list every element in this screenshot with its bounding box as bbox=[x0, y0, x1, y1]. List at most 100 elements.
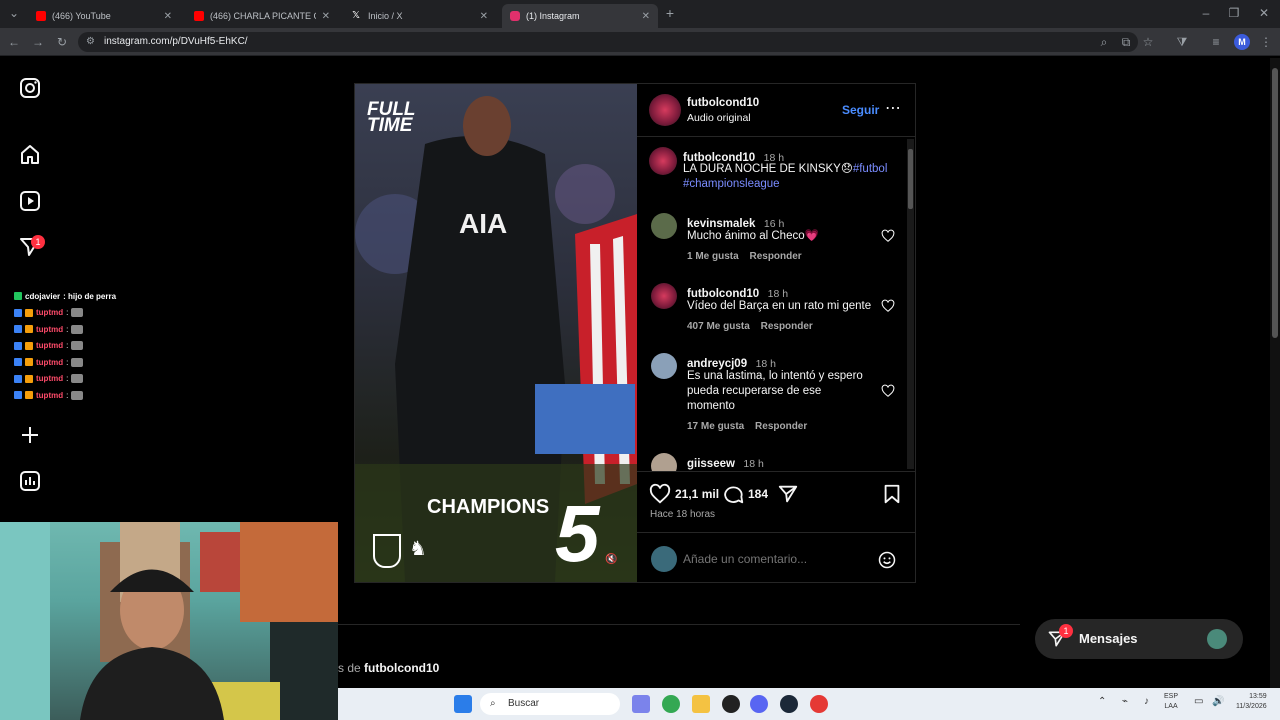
tab-list-icon[interactable]: ⌄ bbox=[6, 5, 22, 21]
maximize-icon[interactable]: ❐ bbox=[1226, 5, 1242, 21]
comments-scrollbar[interactable] bbox=[907, 139, 914, 469]
steam-icon[interactable] bbox=[780, 695, 798, 713]
webcam-overlay bbox=[0, 522, 338, 720]
x-logo-icon: 𝕏 bbox=[352, 10, 361, 21]
emote-icon bbox=[71, 308, 84, 318]
emoji-icon[interactable] bbox=[877, 550, 897, 570]
discord-icon[interactable] bbox=[750, 695, 768, 713]
windows-taskbar: ⌕ Buscar ⌃ ⌁ ♪ ESP LAA ▭ 🔊 13:59 11/3/20… bbox=[338, 688, 1280, 720]
app-icon[interactable] bbox=[722, 695, 740, 713]
youtube-icon bbox=[36, 11, 46, 21]
extensions-icon[interactable]: ⧩ bbox=[1174, 34, 1190, 50]
emote-icon bbox=[71, 374, 84, 384]
install-app-icon[interactable]: ⧉ bbox=[1118, 34, 1134, 50]
teams-icon[interactable] bbox=[632, 695, 650, 713]
hashtag-link[interactable]: #futbol bbox=[853, 163, 888, 175]
zoom-icon[interactable]: ⌕ bbox=[1096, 34, 1112, 50]
comment-like-heart-icon[interactable] bbox=[881, 384, 895, 398]
windows-start-icon[interactable] bbox=[454, 695, 472, 713]
follow-button[interactable]: Seguir bbox=[842, 103, 879, 117]
new-tab-icon[interactable]: + bbox=[662, 5, 678, 21]
scrollbar-thumb[interactable] bbox=[908, 149, 913, 209]
language-indicator[interactable]: ESP LAA bbox=[1164, 692, 1178, 712]
chrome-icon[interactable] bbox=[662, 695, 680, 713]
window-close-icon[interactable]: ✕ bbox=[1256, 5, 1272, 21]
tab-x[interactable]: 𝕏 Inicio / X ✕ bbox=[344, 4, 496, 28]
forward-icon[interactable]: → bbox=[30, 34, 46, 50]
reply-button[interactable]: Responder bbox=[761, 321, 813, 332]
comment-input[interactable] bbox=[683, 548, 873, 570]
tab-youtube[interactable]: (466) YouTube ✕ bbox=[28, 4, 180, 28]
mute-icon[interactable]: 🔇 bbox=[605, 554, 619, 568]
more-options-icon[interactable]: ⋯ bbox=[885, 98, 902, 118]
reply-button[interactable]: Responder bbox=[749, 251, 801, 262]
like-count[interactable]: 21,1 mil bbox=[675, 487, 719, 501]
recent-contact-avatar bbox=[1207, 629, 1227, 649]
comment-likes[interactable]: 407 Me gusta bbox=[687, 321, 750, 332]
clock-time: 13:59 bbox=[1249, 693, 1267, 700]
post-media[interactable]: FULL TIME AIA CHAMPIONS 5 ♞ 🔇 bbox=[355, 84, 637, 582]
close-icon[interactable]: ✕ bbox=[322, 11, 330, 22]
reading-list-icon[interactable]: ≡ bbox=[1208, 34, 1224, 50]
comment-username[interactable]: giisseew bbox=[687, 458, 735, 470]
tab-youtube-video[interactable]: (466) CHARLA PICANTE CON C ✕ bbox=[186, 4, 338, 28]
save-bookmark-icon[interactable] bbox=[881, 483, 903, 505]
comment-bubble-icon[interactable] bbox=[723, 483, 745, 505]
reply-button[interactable]: Responder bbox=[755, 421, 807, 432]
commenter-avatar[interactable] bbox=[651, 453, 677, 471]
create-icon[interactable] bbox=[18, 423, 42, 447]
browser-menu-icon[interactable]: ⋮ bbox=[1258, 34, 1274, 50]
file-explorer-icon[interactable] bbox=[692, 695, 710, 713]
tab-title: (466) CHARLA PICANTE CON C bbox=[210, 11, 316, 21]
tray-chevron-icon[interactable]: ⌃ bbox=[1098, 696, 1106, 707]
comments-list[interactable]: futbolcond10 18 h LA DURA NOCHE DE KINSK… bbox=[637, 137, 915, 471]
comment-likes[interactable]: 17 Me gusta bbox=[687, 421, 744, 432]
clock-date: 11/3/2026 bbox=[1236, 703, 1267, 710]
taskbar-search[interactable]: ⌕ Buscar bbox=[480, 693, 620, 715]
display-icon[interactable]: ▭ bbox=[1194, 696, 1203, 707]
like-heart-icon[interactable] bbox=[649, 483, 671, 505]
commenter-avatar[interactable] bbox=[651, 353, 677, 379]
author-avatar[interactable] bbox=[649, 94, 681, 126]
messages-float-button[interactable]: 1 Mensajes bbox=[1035, 619, 1243, 659]
profile-avatar[interactable]: M bbox=[1234, 34, 1250, 50]
close-icon[interactable]: ✕ bbox=[642, 11, 650, 22]
audio-label[interactable]: Audio original bbox=[687, 112, 751, 124]
address-bar[interactable]: ⚙ instagram.com/p/DVuHf5-EhKC/ bbox=[78, 32, 1138, 52]
comment-likes[interactable]: 1 Me gusta bbox=[687, 251, 739, 262]
bookmark-star-icon[interactable]: ☆ bbox=[1140, 34, 1156, 50]
obs-icon[interactable] bbox=[810, 695, 828, 713]
page-scrollbar-thumb[interactable] bbox=[1272, 68, 1278, 338]
commenter-avatar[interactable] bbox=[651, 283, 677, 309]
chat-badge-icon bbox=[14, 374, 22, 383]
comment-line: Es una lastima, lo intentó y espero bbox=[687, 370, 863, 382]
close-icon[interactable]: ✕ bbox=[480, 11, 488, 22]
comment-count[interactable]: 184 bbox=[748, 487, 768, 501]
microphone-icon[interactable]: ♪ bbox=[1144, 696, 1149, 707]
minimize-icon[interactable]: – bbox=[1198, 5, 1214, 21]
reels-icon[interactable] bbox=[18, 189, 42, 213]
comment-like-heart-icon[interactable] bbox=[881, 229, 895, 243]
hashtag-link[interactable]: #championsleague bbox=[683, 178, 780, 190]
page-scrollbar[interactable] bbox=[1270, 58, 1280, 688]
clock[interactable]: 13:59 11/3/2026 bbox=[1236, 692, 1267, 712]
share-icon[interactable] bbox=[777, 483, 799, 505]
commenter-avatar[interactable] bbox=[651, 213, 677, 239]
tottenham-crest-icon: ♞ bbox=[409, 538, 427, 560]
instagram-logo-icon[interactable] bbox=[18, 76, 42, 100]
chat-badge-icon bbox=[14, 341, 22, 350]
chat-badge-icon bbox=[14, 325, 22, 334]
comment-like-heart-icon[interactable] bbox=[881, 299, 895, 313]
network-icon[interactable]: ⌁ bbox=[1122, 696, 1128, 707]
author-avatar[interactable] bbox=[649, 147, 677, 175]
author-username[interactable]: futbolcond10 bbox=[687, 97, 759, 109]
tab-instagram[interactable]: (1) Instagram ✕ bbox=[502, 4, 658, 28]
reload-icon[interactable]: ↻ bbox=[54, 34, 70, 50]
site-info-icon[interactable]: ⚙ bbox=[86, 32, 95, 52]
dashboard-icon[interactable] bbox=[18, 469, 42, 493]
more-from-username[interactable]: futbolcond10 bbox=[364, 661, 439, 675]
close-icon[interactable]: ✕ bbox=[164, 11, 172, 22]
back-icon[interactable]: ← bbox=[6, 34, 22, 50]
home-icon[interactable] bbox=[18, 143, 42, 167]
volume-icon[interactable]: 🔊 bbox=[1212, 696, 1224, 707]
